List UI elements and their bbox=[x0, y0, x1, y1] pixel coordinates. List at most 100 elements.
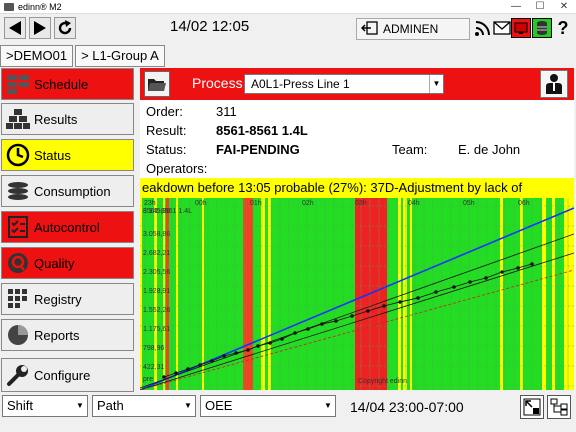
x-tick-label: 00h bbox=[195, 200, 207, 207]
back-button[interactable] bbox=[4, 17, 26, 39]
y-tick-label: 1.175,61 bbox=[143, 326, 170, 333]
x-tick-label: 05h bbox=[463, 200, 475, 207]
forward-arrow-icon bbox=[34, 21, 46, 35]
status-band bbox=[520, 198, 523, 390]
sidebar-item-registry[interactable]: Registry bbox=[1, 283, 134, 315]
back-arrow-icon bbox=[9, 21, 21, 35]
sidebar-item-schedule[interactable]: Schedule bbox=[1, 68, 134, 100]
grid-icon bbox=[2, 284, 34, 314]
expand-icon bbox=[523, 398, 541, 416]
y-tick-label: 798,96 bbox=[143, 345, 165, 352]
sidebar-item-label: Registry bbox=[34, 291, 82, 307]
clock: 14/02 12:05 bbox=[170, 18, 250, 35]
expand-button[interactable] bbox=[520, 395, 544, 419]
mail-icon[interactable] bbox=[492, 18, 512, 38]
sidebar-item-configure[interactable]: Configure bbox=[1, 358, 134, 392]
metric-select[interactable]: OEE ▼ bbox=[200, 395, 336, 417]
open-folder-button[interactable] bbox=[144, 71, 170, 97]
sidebar-item-label: Results bbox=[34, 111, 78, 127]
breadcrumb-item-demo01[interactable]: >DEMO01 bbox=[0, 45, 74, 67]
sidebar-item-results[interactable]: Results bbox=[1, 103, 134, 135]
sidebar-item-reports[interactable]: Reports bbox=[1, 319, 134, 351]
team-label: Team: bbox=[392, 142, 428, 157]
sidebar-item-consumption[interactable]: Consumption bbox=[1, 175, 134, 207]
production-point bbox=[516, 266, 520, 270]
chevron-down-icon: ▼ bbox=[184, 401, 192, 410]
refresh-button[interactable] bbox=[54, 17, 76, 39]
status-band bbox=[202, 198, 204, 390]
quality-icon bbox=[2, 248, 34, 278]
sidebar-item-label: Configure bbox=[34, 367, 91, 383]
sidebar-item-autocontrol[interactable]: Autocontrol bbox=[1, 211, 134, 243]
process-label: Process bbox=[192, 75, 243, 91]
y-tick-label: 3.058,86 bbox=[143, 231, 170, 238]
alert-screen-icon[interactable] bbox=[511, 18, 531, 38]
path-select[interactable]: Path ▼ bbox=[92, 395, 196, 417]
breadcrumb-item-group[interactable]: > L1-Group A bbox=[75, 45, 165, 67]
tree-view-button[interactable] bbox=[547, 395, 571, 419]
production-point bbox=[530, 262, 534, 266]
minimize-button[interactable]: — bbox=[504, 0, 528, 14]
chevron-down-icon: ▼ bbox=[429, 75, 443, 93]
app-logo-icon bbox=[4, 3, 14, 11]
series-label: 8561-8561 1.4L bbox=[143, 208, 192, 215]
schedule-icon bbox=[2, 69, 34, 99]
status-value: FAI-PENDING bbox=[216, 142, 300, 157]
status-band bbox=[542, 198, 546, 390]
shift-select-value: Shift bbox=[7, 398, 34, 413]
sidebar-item-label: Consumption bbox=[34, 183, 111, 199]
production-point bbox=[162, 375, 166, 379]
production-point bbox=[268, 341, 272, 345]
production-point bbox=[366, 309, 370, 313]
y-tick-label: 1.928,91 bbox=[143, 288, 170, 295]
window-titlebar: edinn® M2 — ☐ ✕ bbox=[0, 0, 576, 14]
status-band bbox=[500, 198, 503, 390]
bottom-bar: Shift ▼ Path ▼ OEE ▼ 14/04 23:00-07:00 bbox=[0, 392, 576, 432]
sidebar-item-label: Reports bbox=[34, 327, 80, 343]
production-point bbox=[468, 280, 472, 284]
person-icon bbox=[546, 74, 562, 94]
help-icon[interactable]: ? bbox=[553, 18, 573, 38]
rss-feed-icon[interactable] bbox=[473, 18, 493, 38]
y-tick-label: 2.305,56 bbox=[143, 269, 170, 276]
database-icon[interactable] bbox=[532, 18, 552, 38]
status-band bbox=[355, 198, 387, 390]
production-point bbox=[434, 290, 438, 294]
status-band bbox=[176, 198, 178, 390]
status-band bbox=[243, 198, 253, 390]
operator-button[interactable] bbox=[540, 70, 568, 98]
production-point bbox=[186, 367, 190, 371]
close-button[interactable]: ✕ bbox=[552, 0, 576, 14]
logout-icon bbox=[357, 20, 383, 38]
window-title: edinn® M2 bbox=[18, 2, 62, 12]
order-label: Order: bbox=[146, 104, 183, 119]
process-select[interactable]: A0L1-Press Line 1 ▼ bbox=[244, 74, 444, 94]
status-band bbox=[268, 198, 271, 390]
y-tick-label: 2.682,21 bbox=[143, 250, 170, 257]
main-panel: Process A0L1-Press Line 1 ▼ Order: 311 R… bbox=[140, 68, 574, 390]
x-tick-label: 23h bbox=[144, 200, 156, 207]
result-value: 8561-8561 1.4L bbox=[216, 123, 308, 138]
forward-button[interactable] bbox=[29, 17, 51, 39]
logout-user-button[interactable]: ADMINEN bbox=[356, 18, 470, 40]
production-point bbox=[500, 270, 504, 274]
sidebar-item-status[interactable]: Status bbox=[1, 139, 134, 171]
status-label: Status: bbox=[146, 142, 187, 157]
status-band bbox=[398, 198, 401, 390]
x-tick-label: 02h bbox=[302, 200, 314, 207]
shift-select[interactable]: Shift ▼ bbox=[2, 395, 88, 417]
sidebar-item-label: Status bbox=[34, 147, 71, 163]
folder-icon bbox=[148, 79, 166, 91]
chevron-down-icon: ▼ bbox=[76, 401, 84, 410]
production-chart[interactable]: 23h 00h 01h 02h 03h 04h 05h 06h3.145,363.058,86… bbox=[140, 198, 574, 390]
status-band bbox=[410, 198, 412, 390]
production-point bbox=[246, 348, 250, 352]
operators-label: Operators: bbox=[146, 161, 208, 176]
sidebar-item-quality[interactable]: Quality bbox=[1, 247, 134, 279]
production-point bbox=[222, 354, 226, 358]
production-point bbox=[416, 296, 420, 300]
status-band bbox=[261, 198, 265, 390]
time-range: 14/04 23:00-07:00 bbox=[350, 399, 464, 415]
maximize-button[interactable]: ☐ bbox=[528, 0, 552, 14]
order-value: 311 bbox=[216, 104, 237, 119]
